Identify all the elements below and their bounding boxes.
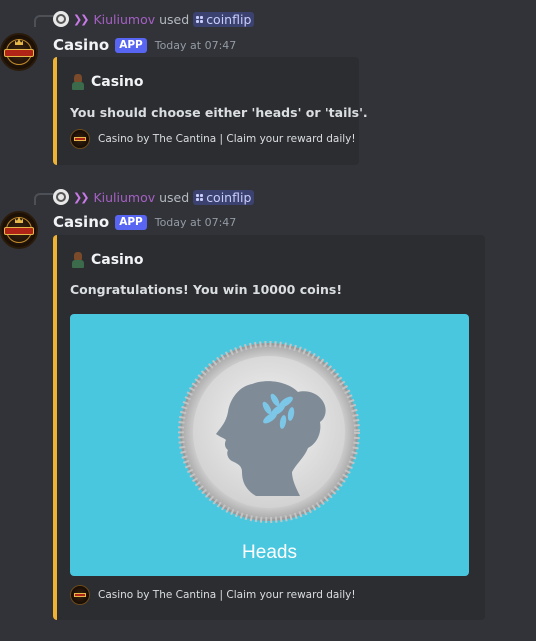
bot-avatar[interactable] [0, 33, 38, 71]
casino-dealer-icon [70, 74, 86, 90]
embed-author-name: Casino [91, 252, 144, 268]
slash-command-icon [196, 193, 204, 201]
message-1: ❯❯ Kiuliumov used coinflip Casino APP To… [0, 0, 536, 170]
message-header: Casino APP Today at 07:47 [53, 212, 236, 232]
timestamp[interactable]: Today at 07:47 [155, 39, 237, 52]
embed-footer: Casino by The Cantina | Claim your rewar… [70, 129, 356, 149]
reply-username[interactable]: Kiuliumov [93, 12, 155, 27]
reply-reference[interactable]: ❯❯ Kiuliumov used coinflip [53, 188, 255, 206]
bot-avatar[interactable] [0, 211, 38, 249]
embed-footer-text: Casino by The Cantina | Claim your rewar… [98, 589, 356, 601]
embed-description: You should choose either 'heads' or 'tai… [70, 105, 368, 120]
username-decoration-icon: ❯❯ [73, 190, 90, 204]
command-name: coinflip [206, 11, 252, 27]
slash-command-icon [196, 15, 204, 23]
reply-used-text: used [159, 189, 190, 205]
embed-author: Casino [70, 252, 143, 268]
timestamp[interactable]: Today at 07:47 [155, 216, 237, 229]
app-tag: APP [115, 214, 147, 230]
app-tag: APP [115, 37, 147, 53]
embed-author-name: Casino [91, 74, 144, 90]
coin-image [178, 341, 360, 523]
embed-footer: Casino by The Cantina | Claim your rewar… [70, 585, 356, 605]
command-name: coinflip [206, 189, 252, 205]
reply-reference[interactable]: ❯❯ Kiuliumov used coinflip [53, 10, 255, 28]
embed-author: Casino [70, 74, 143, 90]
author-name[interactable]: Casino [53, 36, 109, 54]
reply-used-text: used [159, 11, 190, 27]
embed-image[interactable]: Heads [70, 314, 469, 576]
casino-plate-icon [4, 49, 34, 57]
reply-avatar-icon[interactable] [53, 189, 69, 205]
footer-casino-icon [70, 585, 90, 605]
embed-description: Congratulations! You win 10000 coins! [70, 282, 343, 297]
embed: Casino Congratulations! You win 10000 co… [53, 235, 485, 620]
message-header: Casino APP Today at 07:47 [53, 35, 236, 55]
author-name[interactable]: Casino [53, 213, 109, 231]
embed-footer-text: Casino by The Cantina | Claim your rewar… [98, 133, 356, 145]
footer-casino-icon [70, 129, 90, 149]
message-2: ❯❯ Kiuliumov used coinflip Casino APP To… [0, 178, 536, 641]
casino-plate-icon [4, 227, 34, 235]
coin-result-label: Heads [242, 542, 297, 563]
command-mention[interactable]: coinflip [193, 11, 255, 27]
username-decoration-icon: ❯❯ [73, 12, 90, 26]
casino-dealer-icon [70, 252, 86, 268]
reply-avatar-icon[interactable] [53, 11, 69, 27]
command-mention[interactable]: coinflip [193, 189, 255, 205]
embed: Casino You should choose either 'heads' … [53, 57, 368, 165]
reply-username[interactable]: Kiuliumov [93, 190, 155, 205]
